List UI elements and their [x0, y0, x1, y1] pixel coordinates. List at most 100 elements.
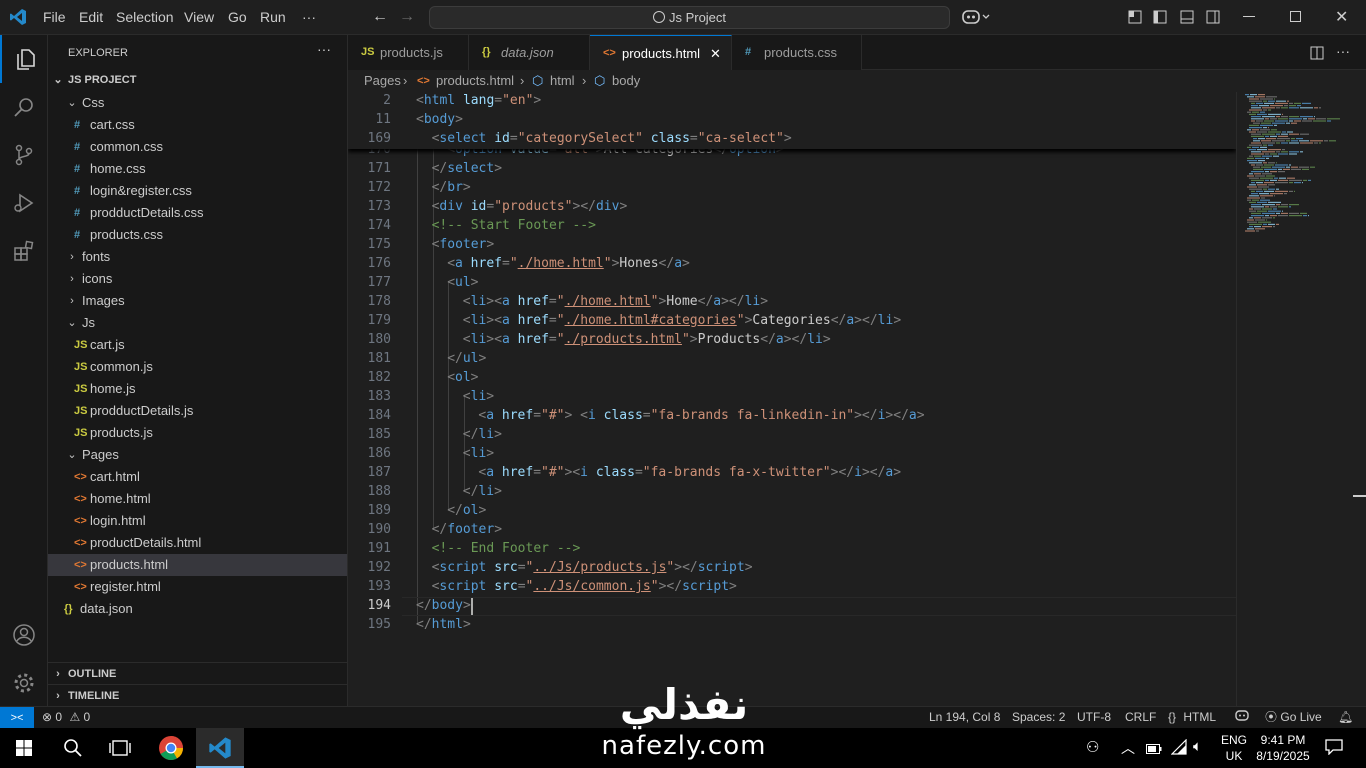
file-item[interactable]: JS products.js [48, 422, 347, 444]
menu-more[interactable]: ··· [302, 0, 316, 35]
close-window-icon[interactable]: ✕ [1335, 7, 1348, 27]
customize-layout-icon[interactable] [1128, 10, 1142, 27]
breadcrumb-html[interactable]: html [550, 70, 575, 92]
action-center-icon[interactable] [1325, 739, 1343, 758]
code-line[interactable]: </ol> [447, 503, 486, 518]
code-line[interactable]: <li> [463, 389, 494, 404]
toggle-panel-icon[interactable] [1180, 10, 1194, 27]
code-line[interactable]: <ul> [447, 275, 478, 290]
menu-view[interactable]: View [184, 0, 214, 35]
split-editor-icon[interactable] [1310, 46, 1324, 63]
file-item[interactable]: <> register.html [48, 576, 347, 598]
scrollbar-thumb[interactable] [1353, 495, 1366, 497]
file-item[interactable]: <> productDetails.html [48, 532, 347, 554]
extensions-activity[interactable] [0, 227, 48, 275]
tab-data-json[interactable]: {} data.json [469, 35, 590, 70]
code-line[interactable]: </html> [416, 617, 471, 632]
indentation[interactable]: Spaces: 2 [1012, 707, 1065, 728]
menu-selection[interactable]: Selection [116, 0, 174, 35]
code-editor[interactable]: 170 <option value="all">All Categories</o… [348, 92, 1236, 706]
code-line[interactable]: <ol> [447, 370, 478, 385]
code-line[interactable]: <a href="#"> <i class="fa-brands fa-link… [478, 408, 924, 423]
code-line[interactable]: <body> [416, 112, 463, 127]
folder-item[interactable]: › icons [48, 268, 347, 290]
code-line[interactable]: <html lang="en"> [416, 93, 541, 108]
command-center-search[interactable]: Js Project [429, 6, 950, 29]
cursor-position[interactable]: Ln 194, Col 8 [929, 707, 1000, 728]
file-item[interactable]: {} data.json [48, 598, 347, 620]
minimap[interactable] [1236, 92, 1366, 706]
volume-icon[interactable]: 🔈︎ [1193, 738, 1202, 755]
code-line[interactable]: <a href="./home.html">Hones</a> [447, 256, 690, 271]
code-line[interactable]: <li><a href="./home.html#categories">Cat… [463, 313, 901, 328]
project-root[interactable]: ⌄ JS PROJECT [48, 69, 347, 91]
timeline-section[interactable]: › TIMELINE [48, 684, 347, 706]
manage-activity[interactable] [0, 659, 48, 707]
code-line[interactable]: <li> [463, 446, 494, 461]
minimize-window-icon[interactable] [1243, 16, 1255, 17]
close-tab-icon[interactable]: ✕ [710, 36, 721, 71]
line-ending[interactable]: CRLF [1125, 707, 1156, 728]
code-line[interactable]: <script src="../Js/products.js"></script… [432, 560, 753, 575]
people-icon[interactable]: ⚇ [1086, 738, 1099, 756]
breadcrumb-file[interactable]: products.html [436, 70, 514, 92]
file-item[interactable]: # login&register.css [48, 180, 347, 202]
tab-products-css[interactable]: # products.css [732, 35, 862, 70]
breadcrumb-body[interactable]: body [612, 70, 640, 92]
accounts-activity[interactable] [0, 611, 48, 659]
go-live-button[interactable]: ⦿ Go Live [1265, 707, 1322, 728]
toggle-primary-sidebar-icon[interactable] [1153, 10, 1167, 27]
back-arrow-icon[interactable]: ← [372, 8, 388, 26]
file-item[interactable]: <> products.html [48, 554, 347, 576]
forward-arrow-icon[interactable]: → [399, 8, 415, 26]
wifi-icon[interactable] [1170, 738, 1187, 758]
run-debug-activity[interactable] [0, 179, 48, 227]
code-line[interactable]: <div id="products"></div> [432, 199, 628, 214]
file-item[interactable]: <> home.html [48, 488, 347, 510]
file-item[interactable]: # cart.css [48, 114, 347, 136]
more-actions-icon[interactable]: ··· [1336, 43, 1350, 59]
code-line[interactable]: <footer> [432, 237, 495, 252]
outline-section[interactable]: › OUTLINE [48, 662, 347, 684]
code-line[interactable]: </ul> [447, 351, 486, 366]
language-indicator[interactable]: ENG UK [1219, 732, 1249, 764]
folder-item[interactable]: ⌄ Js [48, 312, 347, 334]
menu-edit[interactable]: Edit [79, 0, 103, 35]
vscode-app-icon[interactable] [196, 728, 244, 768]
folder-item[interactable]: › fonts [48, 246, 347, 268]
task-view-icon[interactable] [109, 738, 131, 761]
language-mode[interactable]: {} HTML [1168, 707, 1216, 728]
code-line[interactable]: <select id="categorySelect" class="ca-se… [432, 131, 792, 146]
copilot-icon[interactable] [962, 8, 990, 29]
menu-go[interactable]: Go [228, 0, 247, 35]
menu-file[interactable]: File [43, 0, 66, 35]
code-line[interactable]: </li> [463, 427, 502, 442]
code-line[interactable]: <li><a href="./home.html">Home</a></li> [463, 294, 768, 309]
file-item[interactable]: JS home.js [48, 378, 347, 400]
code-line[interactable]: </br> [432, 180, 471, 195]
file-item[interactable]: <> login.html [48, 510, 347, 532]
tab-products-html[interactable]: <> products.html ✕ [590, 35, 732, 70]
code-line[interactable]: <li><a href="./products.html">Products</… [463, 332, 831, 347]
code-line[interactable]: </body> [416, 598, 471, 613]
file-item[interactable]: # prodductDetails.css [48, 202, 347, 224]
toggle-secondary-sidebar-icon[interactable] [1206, 10, 1220, 27]
file-item[interactable]: <> cart.html [48, 466, 347, 488]
code-line[interactable]: <script src="../Js/common.js"></script> [432, 579, 737, 594]
explorer-activity[interactable] [0, 35, 48, 83]
code-line[interactable]: </select> [432, 161, 502, 176]
folder-item[interactable]: ⌄ Css [48, 92, 347, 114]
problems-indicator[interactable]: ⊗ 0 ⚠ 0 [42, 707, 90, 728]
code-line[interactable]: </footer> [432, 522, 502, 537]
search-activity[interactable] [0, 83, 48, 131]
encoding[interactable]: UTF-8 [1077, 707, 1111, 728]
menu-run[interactable]: Run [260, 0, 286, 35]
file-item[interactable]: # common.css [48, 136, 347, 158]
notifications-bell-icon[interactable]: 🔔︎ [1338, 707, 1353, 728]
file-item[interactable]: JS cart.js [48, 334, 347, 356]
windows-start-icon[interactable] [16, 740, 32, 759]
code-line[interactable]: <!-- Start Footer --> [432, 218, 596, 233]
code-line[interactable]: <a href="#"><i class="fa-brands fa-x-twi… [478, 465, 901, 480]
clock[interactable]: 9:41 PM 8/19/2025 [1252, 732, 1314, 764]
chrome-app-icon[interactable] [158, 735, 184, 764]
